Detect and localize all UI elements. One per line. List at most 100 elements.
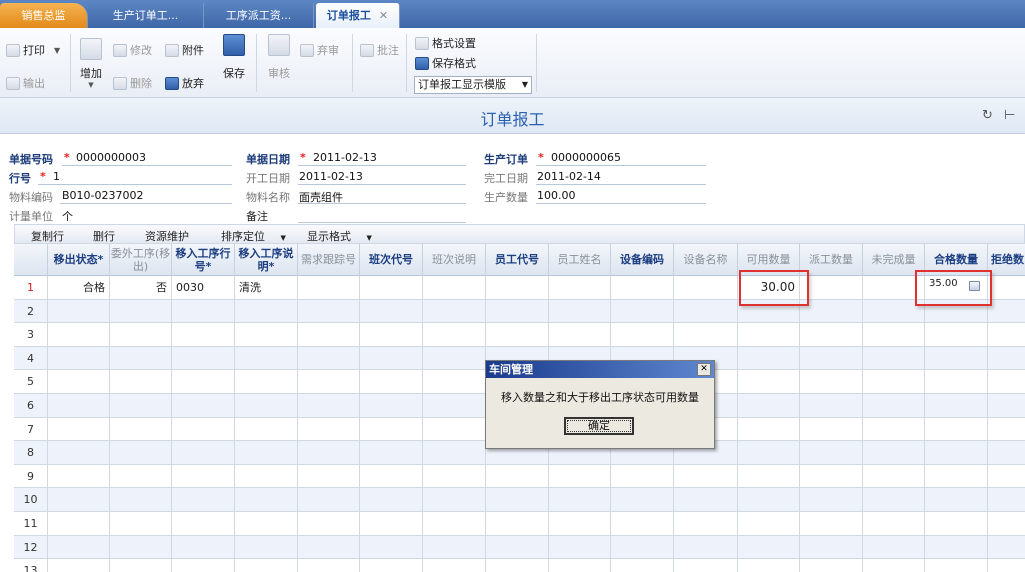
column-header[interactable]: 委外工序(移出): [110, 244, 172, 276]
grid-cell[interactable]: [235, 323, 298, 347]
grid-cell[interactable]: [110, 346, 172, 371]
print-button[interactable]: 打印 ▼: [6, 42, 60, 58]
column-header[interactable]: 移出状态*: [48, 244, 110, 276]
grid-cell[interactable]: [863, 323, 925, 347]
grid-cell[interactable]: [800, 441, 863, 465]
grid-cell[interactable]: 0030: [172, 276, 235, 300]
grid-cell[interactable]: [360, 464, 423, 489]
grid-cell[interactable]: [172, 441, 235, 465]
grid-cell[interactable]: [298, 559, 360, 572]
grid-cell[interactable]: [925, 464, 988, 489]
grid-cell[interactable]: [48, 299, 110, 324]
grid-cell[interactable]: [48, 417, 110, 442]
grid-cell[interactable]: [360, 559, 423, 572]
grid-cell[interactable]: [611, 323, 674, 347]
grid-cell[interactable]: [423, 276, 486, 300]
grid-cell[interactable]: [235, 512, 298, 536]
grid-cell[interactable]: [988, 299, 1025, 324]
save-button[interactable]: 保存: [220, 34, 248, 81]
grid-cell[interactable]: [172, 394, 235, 418]
delete-button[interactable]: 删除: [113, 75, 152, 91]
grid-cell[interactable]: [298, 488, 360, 512]
grid-cell[interactable]: [738, 512, 800, 536]
grid-cell[interactable]: [486, 512, 549, 536]
grid-cell[interactable]: [611, 299, 674, 324]
grid-cell[interactable]: [360, 394, 423, 418]
close-icon[interactable]: ✕: [379, 9, 388, 22]
grid-cell[interactable]: [611, 559, 674, 572]
add-button[interactable]: 增加 ▼: [77, 38, 105, 89]
grid-cell[interactable]: [110, 488, 172, 512]
grid-cell[interactable]: [360, 441, 423, 465]
row-number[interactable]: 8: [14, 441, 48, 465]
grid-cell[interactable]: [423, 535, 486, 560]
locate-icon[interactable]: ⊢: [1004, 108, 1015, 123]
grid-cell[interactable]: [235, 464, 298, 489]
column-header[interactable]: 移入工序说明*: [235, 244, 298, 276]
grid-cell[interactable]: [738, 535, 800, 560]
resource-button[interactable]: 资源维护: [145, 228, 189, 244]
grid-cell[interactable]: [863, 512, 925, 536]
grid-cell[interactable]: [549, 512, 611, 536]
grid-cell[interactable]: [172, 512, 235, 536]
grid-cell[interactable]: [549, 299, 611, 324]
grid-cell[interactable]: [549, 464, 611, 489]
grid-cell[interactable]: [360, 535, 423, 560]
grid-cell[interactable]: [48, 559, 110, 572]
close-icon[interactable]: ✕: [697, 363, 711, 376]
copy-row-button[interactable]: 复制行: [31, 228, 64, 244]
attach-button[interactable]: 附件: [165, 42, 204, 58]
grid-cell[interactable]: [360, 346, 423, 371]
column-header[interactable]: 设备名称: [674, 244, 738, 276]
grid-cell[interactable]: [800, 346, 863, 371]
grid-cell[interactable]: [549, 559, 611, 572]
grid-cell[interactable]: [423, 512, 486, 536]
display-format-button[interactable]: 显示格式 ▼: [307, 228, 372, 244]
grid-cell[interactable]: [800, 370, 863, 394]
sort-button[interactable]: 排序定位 ▼: [221, 228, 286, 244]
grid-cell[interactable]: [611, 535, 674, 560]
grid-cell[interactable]: [674, 488, 738, 512]
grid-cell[interactable]: [486, 299, 549, 324]
grid-cell[interactable]: 合格: [48, 276, 110, 300]
column-header[interactable]: 移入工序行号*: [172, 244, 235, 276]
grid-cell[interactable]: [925, 559, 988, 572]
row-number[interactable]: 10: [14, 488, 48, 512]
grid-cell[interactable]: [738, 323, 800, 347]
grid-cell[interactable]: [423, 370, 486, 394]
grid-cell[interactable]: [486, 276, 549, 300]
grid-cell[interactable]: [298, 535, 360, 560]
grid-cell[interactable]: [738, 394, 800, 418]
grid-cell[interactable]: [800, 488, 863, 512]
grid-cell[interactable]: [360, 512, 423, 536]
grid-cell[interactable]: [110, 417, 172, 442]
grid-cell[interactable]: [988, 346, 1025, 371]
row-number[interactable]: 7: [14, 417, 48, 442]
grid-cell[interactable]: [611, 488, 674, 512]
grid-cell[interactable]: [486, 488, 549, 512]
ok-button[interactable]: 确定: [564, 417, 634, 435]
grid-cell[interactable]: [988, 512, 1025, 536]
grid-cell[interactable]: [925, 323, 988, 347]
grid-cell[interactable]: [611, 512, 674, 536]
grid-cell[interactable]: [863, 346, 925, 371]
grid-cell[interactable]: 清洗: [235, 276, 298, 300]
line-no-field[interactable]: 1: [53, 170, 60, 183]
grid-cell[interactable]: [800, 323, 863, 347]
grid-cell[interactable]: [988, 441, 1025, 465]
grid-cell[interactable]: [674, 276, 738, 300]
grid-cell[interactable]: [48, 464, 110, 489]
grid-cell[interactable]: [48, 394, 110, 418]
grid-cell[interactable]: [110, 323, 172, 347]
grid-cell[interactable]: [48, 488, 110, 512]
grid-cell[interactable]: [611, 276, 674, 300]
delete-row-button[interactable]: 删行: [93, 228, 115, 244]
discard-button[interactable]: 放弃: [165, 75, 204, 91]
column-header[interactable]: 员工姓名: [549, 244, 611, 276]
grid-cell[interactable]: [48, 535, 110, 560]
grid-cell[interactable]: [172, 535, 235, 560]
grid-cell[interactable]: [48, 512, 110, 536]
grid-cell[interactable]: [800, 559, 863, 572]
grid-cell[interactable]: [988, 370, 1025, 394]
grid-cell[interactable]: [360, 417, 423, 442]
